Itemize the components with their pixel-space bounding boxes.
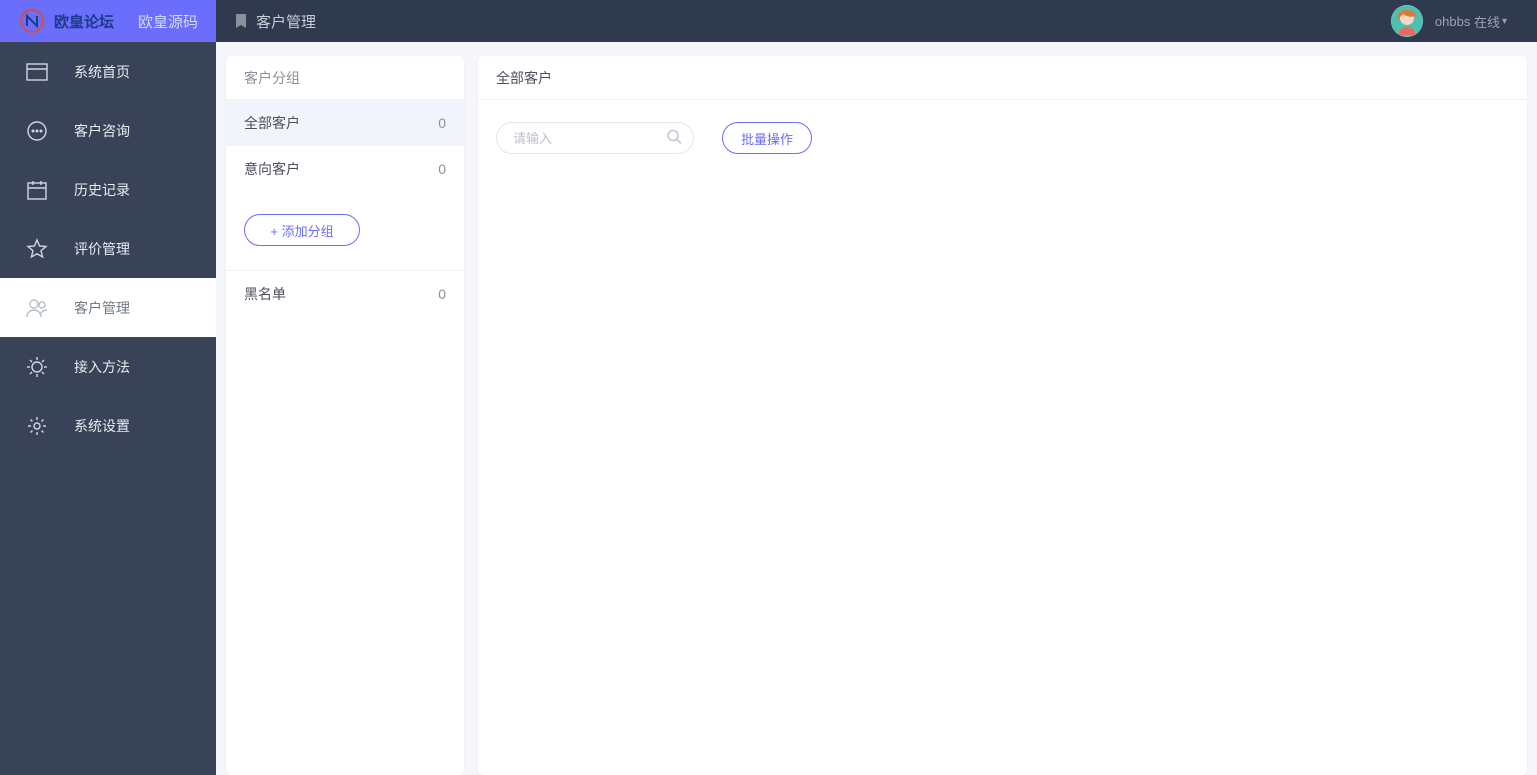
content-toolbar: 批量操作 xyxy=(478,100,1527,176)
sidebar-item-consult[interactable]: 客户咨询 xyxy=(0,101,216,160)
user-name: ohbbs xyxy=(1435,14,1470,29)
app-header: 欧皇论坛 欧皇源码 客户管理 ohbbs 在线 ▾ xyxy=(0,0,1537,42)
group-item-blacklist[interactable]: 黑名单 0 xyxy=(226,271,464,317)
groups-panel: 客户分组 全部客户 0 意向客户 0 + 添加分组 黑名单 0 xyxy=(226,56,464,775)
brand-block[interactable]: 欧皇论坛 欧皇源码 xyxy=(0,0,216,42)
sidebar-item-integration[interactable]: 接入方法 xyxy=(0,337,216,396)
chat-icon xyxy=(0,120,74,142)
sidebar-item-label: 系统设置 xyxy=(74,416,130,436)
calendar-icon xyxy=(0,179,74,201)
avatar xyxy=(1391,5,1423,37)
sidebar-item-label: 历史记录 xyxy=(74,180,130,200)
gear-icon xyxy=(0,415,74,437)
star-icon xyxy=(0,238,74,260)
sidebar-item-label: 客户咨询 xyxy=(74,121,130,141)
user-status: 在线 xyxy=(1474,12,1500,31)
groups-panel-title: 客户分组 xyxy=(226,56,464,100)
sidebar-item-customers[interactable]: 客户管理 xyxy=(0,278,216,337)
user-menu[interactable]: ohbbs 在线 ▾ xyxy=(1391,5,1537,37)
group-item-count: 0 xyxy=(438,161,446,177)
sidebar-item-home[interactable]: 系统首页 xyxy=(0,42,216,101)
group-item-label: 意向客户 xyxy=(244,159,300,179)
group-item-intent[interactable]: 意向客户 0 xyxy=(226,146,464,192)
search-input[interactable] xyxy=(496,122,694,154)
bookmark-icon xyxy=(234,13,248,29)
sidebar: 系统首页 客户咨询 历史记录 评价管理 客户管理 接入方法 系统设置 xyxy=(0,42,216,775)
plug-icon xyxy=(0,356,74,378)
sidebar-item-label: 接入方法 xyxy=(74,357,130,377)
group-item-count: 0 xyxy=(438,115,446,131)
add-group-label: + 添加分组 xyxy=(270,221,333,240)
main-area: 客户分组 全部客户 0 意向客户 0 + 添加分组 黑名单 0 全部客户 xyxy=(216,42,1537,775)
sidebar-item-label: 客户管理 xyxy=(74,298,130,318)
group-item-label: 全部客户 xyxy=(244,113,300,133)
content-title: 全部客户 xyxy=(478,56,1527,100)
brand-name-primary: 欧皇论坛 xyxy=(54,11,114,32)
batch-action-label: 批量操作 xyxy=(741,129,793,148)
page-title: 客户管理 xyxy=(216,11,316,32)
window-icon xyxy=(0,63,74,81)
sidebar-item-label: 评价管理 xyxy=(74,239,130,259)
brand-logo-icon xyxy=(18,7,46,35)
batch-action-button[interactable]: 批量操作 xyxy=(722,122,812,154)
sidebar-item-label: 系统首页 xyxy=(74,62,130,82)
brand-name-secondary: 欧皇源码 xyxy=(138,11,198,32)
group-item-count: 0 xyxy=(438,286,446,302)
sidebar-item-reviews[interactable]: 评价管理 xyxy=(0,219,216,278)
search-wrap xyxy=(496,122,694,154)
add-group-button[interactable]: + 添加分组 xyxy=(244,214,360,246)
sidebar-item-settings[interactable]: 系统设置 xyxy=(0,396,216,455)
group-item-all[interactable]: 全部客户 0 xyxy=(226,100,464,146)
content-panel: 全部客户 批量操作 xyxy=(478,56,1527,775)
group-item-label: 黑名单 xyxy=(244,284,286,304)
caret-down-icon: ▾ xyxy=(1502,16,1507,27)
user-icon xyxy=(0,297,74,319)
sidebar-item-history[interactable]: 历史记录 xyxy=(0,160,216,219)
page-title-text: 客户管理 xyxy=(256,11,316,32)
